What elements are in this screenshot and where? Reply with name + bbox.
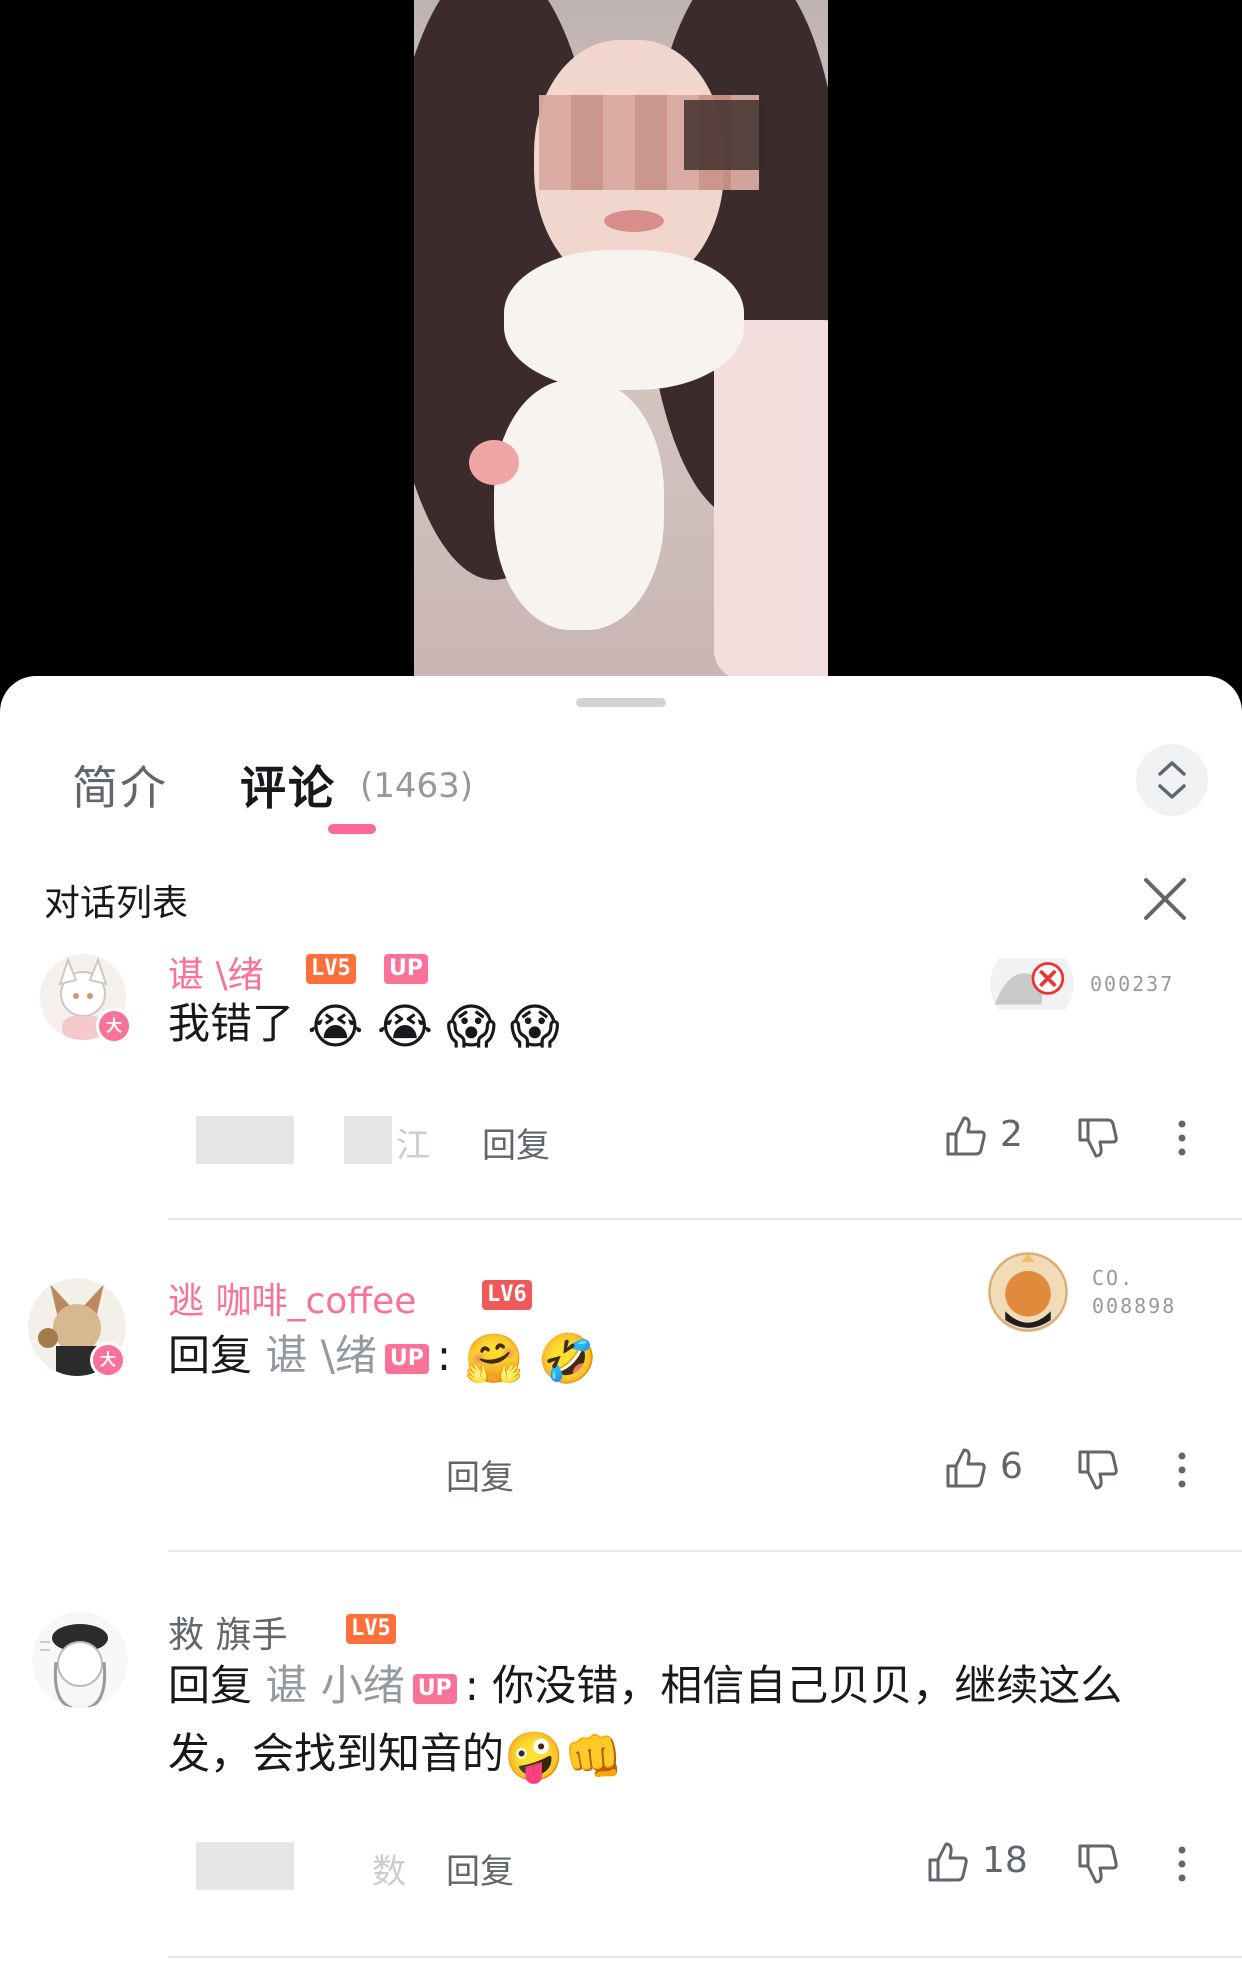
reply-button[interactable]: 回复 [482,1118,550,1167]
like-button[interactable]: 2 [944,1114,1023,1158]
more-vertical-icon [1178,1452,1186,1488]
comment-item: 大 逃 咖啡_coffee LV6 CO. 008898 回复 谌 \绪 UP: 🤗… [0,1252,1242,1602]
video-scarf-bottom [494,380,664,630]
chevron-up-down-icon [1158,761,1186,799]
up-badge: UP [384,1343,429,1374]
divider [168,1218,1242,1220]
location-text: 江 [396,1126,430,1166]
timestamp-blurred [196,1116,294,1164]
emoji-rofl: 🤣 [537,1330,598,1387]
comment-sheet: 简介 评论 (1463) 对话列表 大 谌 \绪 LV5 UP 000237 我… [0,676,1242,1986]
drag-handle[interactable] [576,698,666,707]
thumbs-up-icon [946,1116,986,1156]
comment-text: : [436,1331,452,1380]
more-vertical-icon [1178,1120,1186,1156]
privacy-blur-dark [684,100,764,170]
level-badge: LV5 [346,1614,396,1644]
thumbs-down-icon [1078,1118,1118,1158]
video-player[interactable] [0,0,1242,700]
like-button[interactable]: 18 [926,1840,1028,1884]
comment-count: (1463) [360,766,474,806]
avatar-image-icon [40,1624,108,1708]
close-button[interactable] [1140,874,1190,924]
video-lips [604,210,664,232]
like-count: 18 [982,1840,1028,1881]
emoji-screaming-2: 😱 [509,998,560,1055]
location-text: 数 [372,1852,406,1892]
reply-to-username[interactable]: 谌 小绪 [265,1661,404,1710]
like-count: 6 [1000,1446,1023,1487]
emoji-zany: 🤪 [504,1728,564,1785]
comment-text: 我错了 [168,999,295,1048]
up-badge: UP [412,1673,457,1704]
fan-badge: CO. 008898 [986,1250,1186,1332]
emoji-screaming-1: 😱 [446,998,497,1055]
level-badge: LV6 [482,1280,532,1310]
more-options-button[interactable] [1178,1846,1186,1888]
thumbs-down-icon [1078,1844,1118,1884]
username[interactable]: 救 旗手 [168,1606,287,1658]
avatar[interactable] [32,1612,128,1708]
video-jacket [714,320,828,676]
up-badge: UP [384,954,428,984]
emoji-hugging: 🤗 [464,1330,525,1387]
timestamp-blurred [196,1842,294,1890]
emoji-crying-2: 😭 [376,998,433,1055]
dislike-button[interactable] [1076,1448,1120,1496]
thumbs-up-icon [946,1448,986,1488]
tab-comments[interactable]: 评论 [240,752,336,818]
emoji-crying-1: 😭 [307,998,364,1055]
divider [168,1550,1242,1552]
tab-active-indicator [328,824,376,834]
reply-button[interactable]: 回复 [446,1450,514,1499]
thumbs-up-icon [928,1842,968,1882]
location-blurred [344,1116,392,1164]
comment-content: 我错了 😭 😭 😱 😱 [168,990,1198,1061]
dialog-title: 对话列表 [44,883,189,924]
tab-bar: 简介 评论 (1463) [0,736,1242,846]
more-options-button[interactable] [1178,1120,1186,1162]
level-badge: LV5 [306,954,356,984]
expand-collapse-button[interactable] [1136,744,1208,816]
comment-item: 救 旗手 LV5 回复 谌 小绪 UP: 你没错，相信自己贝贝，继续这么发，会找到… [0,1606,1242,1986]
divider [168,1956,1242,1958]
reply-to-username[interactable]: 谌 \绪 [265,1331,377,1380]
comment-content: 回复 谌 \绪 UP: 🤗 🤣 [168,1322,1198,1393]
reply-prefix: 回复 [168,1331,253,1380]
verified-badge-icon: 大 [96,1008,132,1044]
video-bow [469,440,519,485]
dislike-button[interactable] [1076,1116,1120,1164]
comment-item: 大 谌 \绪 LV5 UP 000237 我错了 😭 😭 😱 😱 江 回复 2 [0,946,1242,1296]
like-button[interactable]: 6 [944,1446,1023,1490]
reply-button[interactable]: 回复 [446,1844,514,1893]
fan-badge-number: CO. 008898 [1092,1266,1177,1318]
reply-prefix: 回复 [168,1661,253,1710]
emoji-fist: 👊 [563,1728,624,1785]
tab-intro[interactable]: 简介 [72,752,168,818]
video-scarf-top [504,250,744,390]
verified-badge-icon: 大 [90,1342,126,1378]
comment-content: 回复 谌 小绪 UP: 你没错，相信自己贝贝，继续这么发，会找到知音的🤪👊 [168,1652,1198,1791]
like-count: 2 [1000,1114,1023,1155]
more-vertical-icon [1178,1846,1186,1882]
close-icon [1144,878,1186,920]
more-options-button[interactable] [1178,1452,1186,1494]
dislike-button[interactable] [1076,1842,1120,1890]
video-frame [414,0,828,676]
username[interactable]: 逃 咖啡_coffee [168,1272,416,1324]
thumbs-down-icon [1078,1450,1118,1490]
